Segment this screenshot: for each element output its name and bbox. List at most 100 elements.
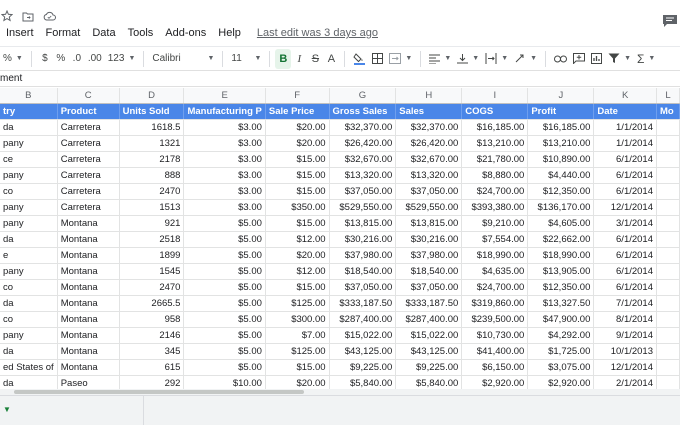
table-cell[interactable]: 2470 [119,183,185,200]
vertical-align-icon[interactable]: ▼ [454,49,482,69]
table-cell[interactable]: 6/1/2014 [593,263,657,280]
text-wrapping-icon[interactable]: ▼ [482,49,511,69]
table-cell[interactable]: $9,225.00 [395,359,463,376]
menu-help[interactable]: Help [218,27,241,39]
table-cell[interactable]: ed States of [0,359,58,376]
table-cell[interactable]: $13,320.00 [329,167,397,184]
table-cell[interactable]: $13,905.00 [527,263,595,280]
zoom-select[interactable]: % ▼ [0,49,26,69]
table-cell[interactable]: 6/1/2014 [593,231,657,248]
table-cell[interactable]: $393,380.00 [461,199,529,216]
text-color-button[interactable]: A [323,49,339,69]
table-cell[interactable]: Montana [57,215,120,232]
table-cell[interactable]: 1618.5 [119,119,185,136]
table-cell[interactable]: $2,920.00 [461,375,529,389]
table-cell[interactable]: $37,050.00 [395,279,463,296]
table-cell[interactable]: $24,700.00 [461,183,529,200]
table-cell[interactable]: $125.00 [265,343,330,360]
table-cell[interactable]: $15,022.00 [395,327,463,344]
menu-format[interactable]: Format [46,27,81,39]
borders-icon[interactable] [369,49,386,69]
menu-addons[interactable]: Add-ons [165,27,206,39]
table-cell[interactable]: $15,022.00 [329,327,397,344]
table-cell[interactable]: $12.00 [265,263,330,280]
table-cell[interactable]: $13,320.00 [395,167,463,184]
table-cell[interactable]: $4,292.00 [527,327,595,344]
table-cell[interactable]: $2,920.00 [527,375,595,389]
table-cell[interactable]: $8,880.00 [461,167,529,184]
table-cell[interactable]: $20.00 [265,375,330,389]
column-header-k[interactable]: K [593,88,657,104]
table-cell[interactable]: 888 [119,167,185,184]
table-cell[interactable]: da [0,231,58,248]
table-cell[interactable]: $37,050.00 [395,183,463,200]
table-cell[interactable] [656,343,680,360]
table-cell[interactable]: Montana [57,279,120,296]
table-cell[interactable]: Carretera [57,151,120,168]
column-header-c[interactable]: C [57,88,120,104]
table-cell[interactable]: $5.00 [183,231,266,248]
table-cell[interactable]: $5.00 [183,295,266,312]
table-cell[interactable]: $20.00 [265,135,330,152]
table-cell[interactable]: co [0,311,58,328]
table-cell[interactable] [656,183,680,200]
table-cell[interactable]: ce [0,151,58,168]
column-header-j[interactable]: J [527,88,595,104]
table-cell[interactable]: $32,370.00 [329,119,397,136]
table-cell[interactable]: 10/1/2013 [593,343,657,360]
table-cell[interactable]: $30,216.00 [329,231,397,248]
table-cell[interactable] [656,263,680,280]
table-cell[interactable]: Carretera [57,119,120,136]
header-cell[interactable]: Gross Sales [329,103,397,120]
column-header-e[interactable]: E [183,88,266,104]
table-cell[interactable]: 2178 [119,151,185,168]
font-size-select[interactable]: 11 ▼ [228,49,264,69]
table-cell[interactable]: pany [0,327,58,344]
table-cell[interactable]: $47,900.00 [527,311,595,328]
table-cell[interactable]: $5.00 [183,263,266,280]
column-header-h[interactable]: H [395,88,463,104]
table-cell[interactable]: 2470 [119,279,185,296]
table-cell[interactable]: 12/1/2014 [593,359,657,376]
table-cell[interactable]: $13,815.00 [329,215,397,232]
table-cell[interactable]: $7,554.00 [461,231,529,248]
table-cell[interactable]: $287,400.00 [329,311,397,328]
formula-bar[interactable]: ment [0,70,680,87]
table-cell[interactable]: $10,730.00 [461,327,529,344]
sheet-menu-caret-icon[interactable]: ▼ [3,405,11,414]
table-cell[interactable]: $4,440.00 [527,167,595,184]
table-cell[interactable]: $20.00 [265,247,330,264]
table-cell[interactable]: 2665.5 [119,295,185,312]
table-cell[interactable]: $5.00 [183,327,266,344]
column-header-g[interactable]: G [329,88,397,104]
table-cell[interactable]: $239,500.00 [461,311,529,328]
table-cell[interactable]: e [0,247,58,264]
comment-history-icon[interactable] [662,14,678,28]
header-cell[interactable]: Date [593,103,657,120]
table-cell[interactable]: pany [0,167,58,184]
column-header-f[interactable]: F [265,88,330,104]
table-cell[interactable]: $5.00 [183,215,266,232]
table-cell[interactable]: $37,980.00 [395,247,463,264]
table-cell[interactable]: $32,370.00 [395,119,463,136]
table-cell[interactable]: $15.00 [265,151,330,168]
header-cell[interactable]: try [0,103,58,120]
table-cell[interactable]: Montana [57,359,120,376]
table-cell[interactable]: $3.00 [183,119,266,136]
table-cell[interactable]: 2/1/2014 [593,375,657,389]
last-edit-link[interactable]: Last edit was 3 days ago [257,27,378,39]
table-cell[interactable]: 1321 [119,135,185,152]
header-cell[interactable]: Sale Price [265,103,330,120]
table-cell[interactable]: 7/1/2014 [593,295,657,312]
table-cell[interactable]: 1/1/2014 [593,119,657,136]
table-cell[interactable]: 615 [119,359,185,376]
table-cell[interactable]: $319,860.00 [461,295,529,312]
table-cell[interactable]: da [0,119,58,136]
table-cell[interactable]: $10,890.00 [527,151,595,168]
table-cell[interactable]: $26,420.00 [329,135,397,152]
table-cell[interactable]: $136,170.00 [527,199,595,216]
move-to-folder-icon[interactable] [21,9,35,23]
cloud-status-icon[interactable] [42,9,56,23]
table-cell[interactable]: $9,210.00 [461,215,529,232]
table-cell[interactable]: $32,670.00 [329,151,397,168]
